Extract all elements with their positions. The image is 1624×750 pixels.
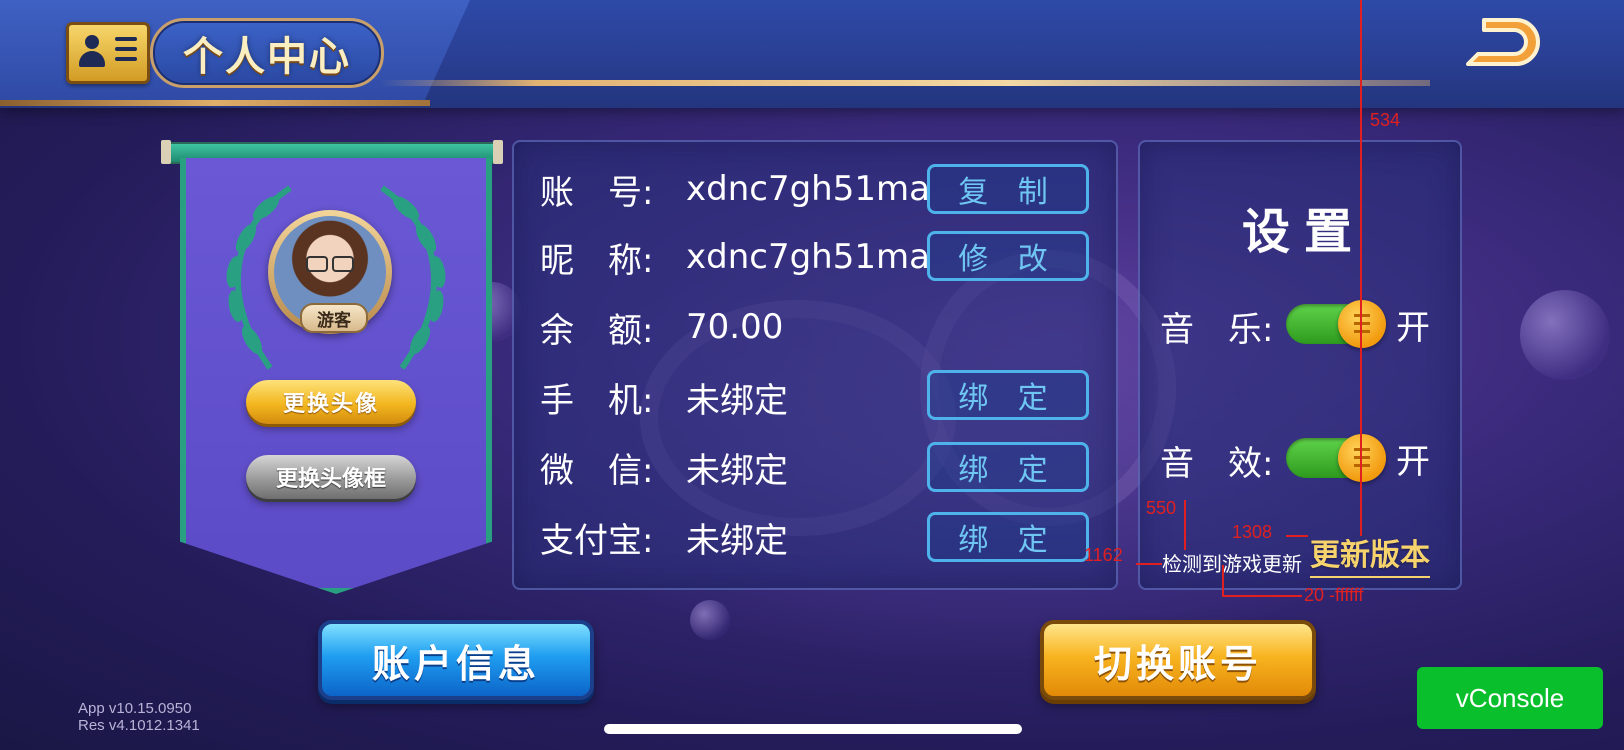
update-version-link[interactable]: 更新版本 [1310, 530, 1430, 578]
background-ball [1520, 290, 1610, 380]
music-state: 开 [1396, 308, 1430, 348]
music-label: 音 乐: [1160, 310, 1274, 350]
id-card-line [115, 47, 137, 51]
id-card-line [115, 37, 137, 41]
update-hint: 检测到游戏更新 [1162, 552, 1302, 576]
id-card-line [115, 57, 137, 61]
top-bar-gold-edge [0, 100, 430, 106]
home-indicator[interactable] [604, 724, 1022, 734]
page-title-plate: 个人中心 [150, 18, 384, 88]
music-toggle[interactable] [1286, 300, 1386, 348]
modify-nickname-button[interactable]: 修 改 [927, 231, 1089, 281]
annotation-20: 20 -ffffff [1304, 585, 1364, 605]
annotation-534: 534 [1370, 110, 1401, 130]
account-info-button[interactable]: 账户信息 [318, 620, 594, 700]
account-label: 账 号: [540, 172, 654, 213]
sound-effect-label: 音 效: [1160, 444, 1274, 484]
background-ball [690, 600, 730, 640]
account-row: 账 号: xdnc7gh51ma [540, 164, 930, 214]
alipay-label: 支付宝: [540, 520, 654, 561]
settings-title: 设置 [1241, 204, 1366, 260]
switch-account-button[interactable]: 切换账号 [1040, 620, 1316, 700]
toggle-knob-icon [1338, 300, 1386, 348]
bind-wechat-button[interactable]: 绑 定 [927, 442, 1089, 492]
nickname-value: xdnc7gh51ma [686, 237, 930, 277]
page-title: 个人中心 [183, 34, 351, 80]
res-version: Res v4.1012.1341 [78, 717, 200, 734]
annotation-vertical-line [1360, 0, 1362, 536]
bind-phone-button[interactable]: 绑 定 [927, 370, 1089, 420]
change-avatar-button[interactable]: 更换头像 [246, 380, 416, 424]
annotation-1308: 1308 [1232, 522, 1273, 542]
version-info: App v10.15.0950 Res v4.1012.1341 [78, 700, 200, 734]
top-bar-gold-line [380, 80, 1430, 86]
nickname-row: 昵 称: xdnc7gh51ma [540, 232, 930, 282]
id-card-face [77, 33, 107, 69]
annotation-line-20 [1222, 565, 1224, 595]
phone-row: 手 机: 未绑定 [540, 372, 788, 422]
id-card-icon [66, 22, 150, 84]
balance-label: 余 额: [540, 310, 654, 351]
app-version: App v10.15.0950 [78, 700, 192, 717]
avatar-glasses [306, 256, 354, 272]
copy-button[interactable]: 复 制 [927, 164, 1089, 214]
toggle-knob-icon [1338, 434, 1386, 482]
vconsole-button[interactable]: vConsole [1417, 667, 1603, 729]
annotation-line-20-h [1222, 595, 1302, 597]
sound-effect-state: 开 [1396, 442, 1430, 482]
wechat-label: 微 信: [540, 450, 654, 491]
annotation-line-1162 [1136, 563, 1162, 565]
account-value: xdnc7gh51ma [686, 169, 930, 209]
sound-effect-toggle[interactable] [1286, 434, 1386, 482]
back-arrow-icon [1466, 18, 1540, 66]
balance-row: 余 额: 70.00 [540, 302, 783, 352]
wechat-value: 未绑定 [686, 450, 788, 491]
balance-value: 70.00 [686, 307, 784, 347]
annotation-line-550 [1184, 500, 1186, 550]
annotation-550: 550 [1146, 498, 1177, 518]
phone-value: 未绑定 [686, 380, 788, 421]
bind-alipay-button[interactable]: 绑 定 [927, 512, 1089, 562]
annotation-line-1308 [1286, 535, 1308, 537]
back-button[interactable] [1454, 12, 1544, 76]
alipay-value: 未绑定 [686, 520, 788, 561]
alipay-row: 支付宝: 未绑定 [540, 512, 788, 562]
phone-label: 手 机: [540, 380, 654, 421]
wechat-row: 微 信: 未绑定 [540, 442, 788, 492]
guest-tag: 游客 [300, 303, 368, 333]
change-avatar-frame-button[interactable]: 更换头像框 [246, 455, 416, 499]
nickname-label: 昵 称: [540, 240, 654, 281]
annotation-1162: 1162 [1084, 545, 1123, 565]
